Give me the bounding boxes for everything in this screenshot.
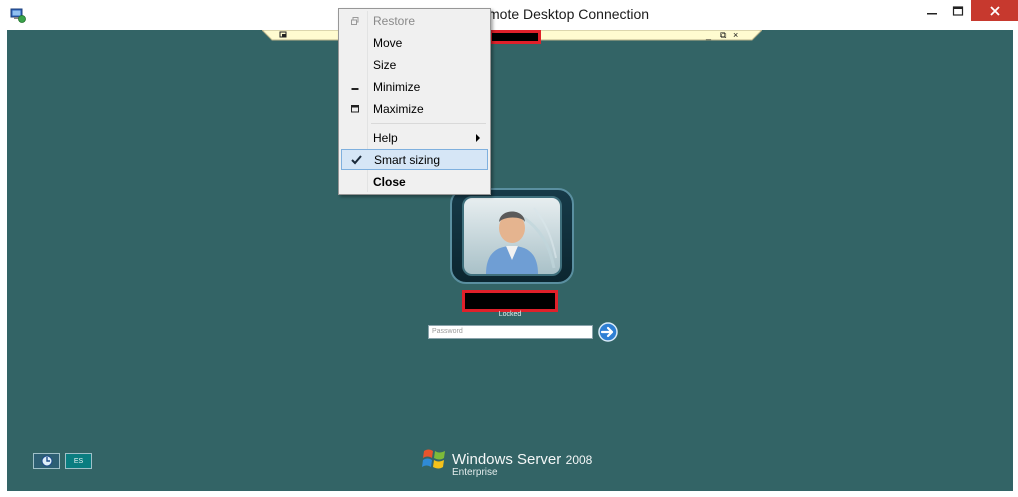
ease-of-access-icon	[41, 455, 52, 467]
product-version: 2008	[565, 453, 593, 467]
account-status-label: Locked	[498, 311, 522, 318]
maximize-window-button[interactable]	[945, 0, 971, 22]
system-context-menu: Restore Move Size Minimize Maximize Help…	[338, 8, 491, 195]
menu-item-label: Close	[373, 175, 406, 189]
menu-item-label: Maximize	[373, 102, 424, 116]
menu-item-size[interactable]: Size	[341, 55, 488, 76]
menu-item-label: Size	[373, 58, 397, 72]
redacted-host-name	[489, 30, 541, 44]
menu-item-label: Smart sizing	[374, 153, 441, 167]
minimize-window-button[interactable]	[919, 0, 945, 22]
close-window-button[interactable]	[971, 0, 1018, 21]
connbar-minimize-button[interactable]: _	[706, 30, 711, 40]
windows-logo-icon	[421, 447, 449, 471]
input-language-button[interactable]: ES	[65, 453, 92, 469]
maximize-icon	[349, 103, 361, 115]
menu-item-minimize[interactable]: Minimize	[341, 77, 488, 98]
connbar-close-button[interactable]: ×	[733, 30, 738, 40]
title-bar: mote Desktop Connection	[0, 0, 1018, 30]
menu-item-move[interactable]: Move	[341, 33, 488, 54]
checkmark-icon	[350, 154, 362, 166]
menu-item-label: Move	[373, 36, 403, 50]
submenu-arrow-icon	[476, 134, 480, 142]
product-edition: Enterprise	[452, 467, 498, 478]
user-tile-frame[interactable]	[450, 188, 574, 284]
arrow-right-icon	[598, 322, 618, 342]
window-bottom-border	[0, 491, 1018, 497]
restore-icon	[349, 15, 361, 27]
user-avatar	[462, 196, 562, 276]
remote-desktop-app-icon[interactable]	[10, 7, 26, 23]
ease-of-access-button[interactable]	[33, 453, 60, 469]
menu-item-restore[interactable]: Restore	[341, 11, 488, 32]
menu-item-label: Restore	[373, 14, 416, 28]
menu-item-help[interactable]: Help	[341, 128, 488, 149]
product-title: Windows Server	[452, 451, 562, 468]
window-title: mote Desktop Connection	[488, 6, 650, 22]
menu-item-maximize[interactable]: Maximize	[341, 99, 488, 120]
connbar-restore-button[interactable]: ⧉	[720, 30, 726, 40]
user-avatar-icon	[486, 207, 557, 274]
pin-icon[interactable]	[279, 31, 288, 41]
menu-item-label: Minimize	[373, 80, 421, 94]
menu-item-smart-sizing[interactable]: Smart sizing	[341, 149, 488, 170]
menu-separator	[371, 123, 486, 124]
menu-item-label: Help	[373, 131, 398, 145]
redacted-user-name	[462, 290, 558, 312]
menu-item-close[interactable]: Close	[341, 172, 488, 193]
password-input[interactable]: Password	[428, 325, 593, 339]
minimize-icon	[349, 81, 361, 93]
submit-arrow-button[interactable]	[597, 322, 619, 342]
